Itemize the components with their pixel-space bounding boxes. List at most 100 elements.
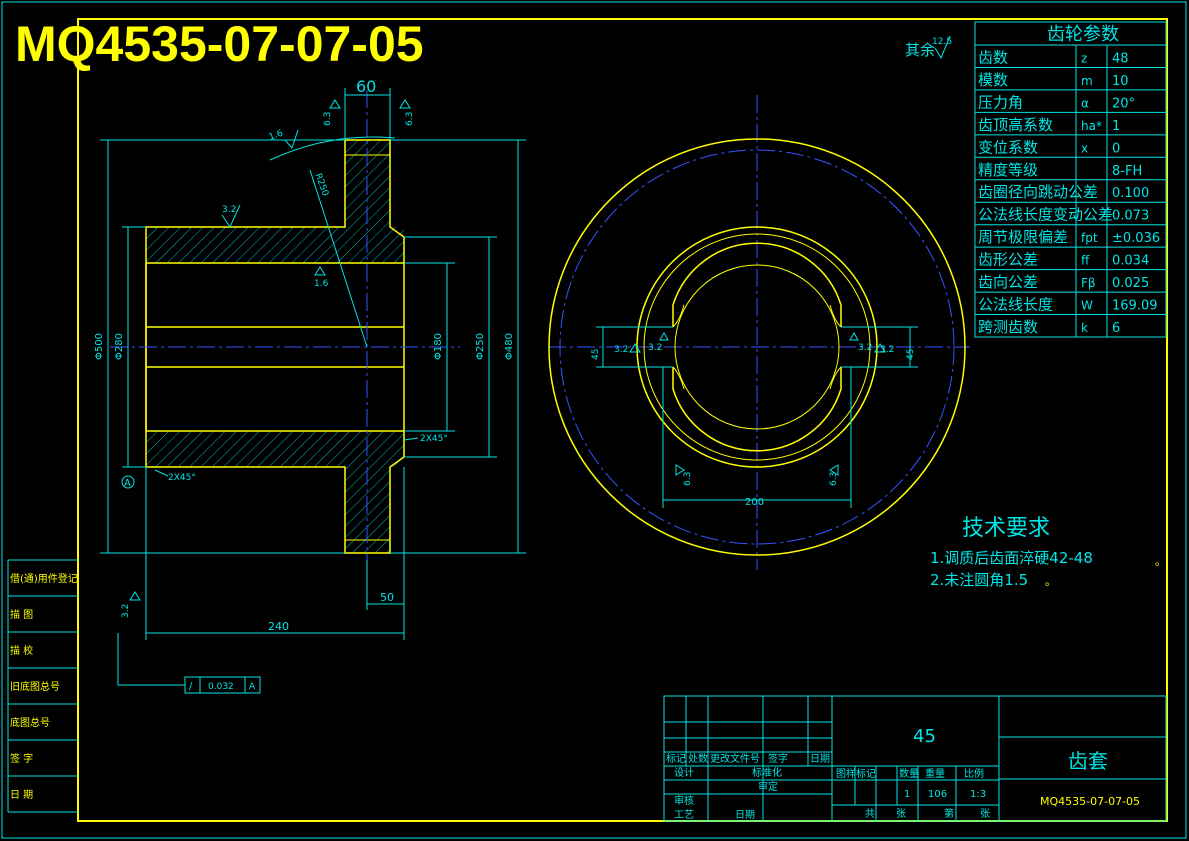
runout-value: 0.032	[208, 682, 234, 692]
left-strip-label: 借(通)用件登记	[10, 572, 78, 585]
roughness-3-2-hub: 3.2	[222, 205, 236, 215]
gear-param-value: 8-FH	[1112, 164, 1142, 179]
gear-param-symbol: ha*	[1081, 119, 1102, 133]
sign-row-label: 日期	[735, 809, 755, 821]
gear-param-symbol: z	[1081, 51, 1087, 65]
gear-params-table: 齿轮参数 齿数 z 48 模数 m 10 压力角 α 20° 齿顶高系数 ha* 1 变位系数 x 0 精度等…	[974, 21, 1167, 338]
tech-req-item-2: 2.未注圆角1.5	[930, 571, 1028, 589]
sign-row-label: 审核	[674, 794, 694, 807]
hatch-top	[146, 140, 404, 263]
sign-row-label: 审定	[758, 780, 778, 793]
left-strip-label: 日 期	[10, 789, 33, 801]
rev-header: 更改文件号	[710, 752, 760, 765]
runout-symbol: /	[189, 681, 193, 692]
rev-header: 处数	[688, 752, 708, 765]
gear-param-symbol: k	[1081, 321, 1088, 335]
roughness-key-right-outer: 3.2	[880, 345, 894, 355]
title-drawing-no: MQ4535-07-07-05	[1040, 795, 1140, 808]
gear-param-value: 169.09	[1112, 299, 1158, 314]
roughness-6-3-keyway-left: 6.3	[683, 472, 693, 486]
gear-param-value: 20°	[1112, 96, 1135, 111]
gear-param-symbol: ff	[1081, 254, 1090, 268]
left-strip: 借(通)用件登记描 图描 校旧底图总号底图总号签 字日 期	[7, 559, 78, 813]
gear-param-value: 48	[1112, 51, 1129, 66]
rev-header: 日期	[810, 753, 830, 765]
datum-a: A	[124, 478, 131, 489]
gear-param-symbol: Fβ	[1081, 276, 1096, 290]
stage-header: 比例	[964, 767, 984, 780]
dim-d480: Φ480	[504, 333, 515, 360]
gear-param-value: 0.034	[1112, 254, 1149, 269]
stage-header: 重量	[925, 767, 945, 780]
rev-header: 签字	[768, 752, 788, 765]
gear-param-name: 压力角	[978, 93, 1023, 111]
tech-req-item-1: 1.调质后齿面淬硬42-48	[930, 549, 1093, 567]
dim-200: 200	[745, 497, 764, 508]
stage-value: 1	[904, 789, 910, 800]
roughness-key-left-outer: 3.2	[614, 345, 628, 355]
roughness-key-right-inner: 3.2	[858, 343, 872, 353]
tech-req-title: 技术要求	[962, 516, 1050, 541]
roughness-3-2-face: 3.2	[121, 604, 131, 618]
front-view: 45 45 3.2 3.2 3.2 3.2 6.3 6.3 200	[548, 95, 970, 570]
roughness-1-6-bore: 1.6	[314, 279, 329, 289]
sheet-label: 张	[980, 808, 990, 820]
gear-param-name: 模数	[978, 71, 1008, 89]
engineering-drawing: MQ4535-07-07-05 其余 12.5 齿轮参数 齿数 z 48模数 m 10压…	[1, 1, 1187, 839]
gear-param-symbol: x	[1081, 141, 1088, 155]
gear-param-name: 齿顶高系数	[978, 116, 1053, 134]
gear-param-value: 1	[1112, 119, 1120, 134]
dim-d180: Φ180	[433, 333, 444, 360]
dim-key-45-right: 45	[906, 349, 916, 360]
drawing-number-heading: MQ4535-07-07-05	[15, 16, 424, 72]
gear-param-name: 精度等级	[978, 161, 1038, 179]
gear-param-symbol: m	[1081, 74, 1093, 88]
left-strip-label: 底图总号	[10, 716, 50, 729]
gear-params-title: 齿轮参数	[1047, 24, 1119, 45]
roughness-6-3-left: 6.3	[323, 112, 333, 126]
gear-param-name: 变位系数	[978, 138, 1038, 156]
dim-key-45-left: 45	[591, 349, 601, 360]
sheet-label: 共	[865, 808, 875, 820]
sheet-label: 第	[944, 807, 954, 820]
gear-param-name: 齿向公差	[978, 273, 1038, 291]
gear-param-value: ±0.036	[1112, 231, 1160, 246]
dim-50: 50	[380, 591, 394, 604]
dim-d500: Φ500	[94, 333, 105, 360]
gear-param-value: 0.025	[1112, 276, 1149, 291]
gear-param-name: 齿形公差	[978, 251, 1038, 269]
gear-param-value: 0.100	[1112, 186, 1149, 201]
dim-60: 60	[356, 77, 376, 96]
left-strip-label: 描 校	[10, 644, 33, 657]
stage-header: 图样标记	[836, 767, 876, 780]
dim-d280: Φ280	[114, 333, 125, 360]
dim-chamfer-left: 2X45°	[168, 473, 196, 483]
sign-row-label: 设计	[674, 766, 694, 779]
gear-param-name: 周节极限偏差	[978, 228, 1068, 246]
title-block: 45 齿套 MQ4535-07-07-05 标记 处数 更改文件号 签字 日期设计 标准化…	[663, 695, 1167, 822]
gear-param-name: 齿圈径向跳动公差	[978, 183, 1098, 201]
stage-value: 106	[928, 789, 947, 800]
dim-chamfer-right: 2X45°	[420, 434, 448, 444]
stage-header: 数量	[899, 767, 919, 780]
section-view: 606.3 6.31.61.63.23.2R250Φ500 Φ280 Φ180 Φ250…	[94, 77, 526, 694]
tech-requirements: 技术要求 1.调质后齿面淬硬42-48 2.未注圆角1.5 。 。	[930, 516, 1166, 589]
gear-param-name: 跨测齿数	[978, 318, 1038, 336]
left-strip-label: 旧底图总号	[10, 680, 60, 693]
roughness-1-6-top: 1.6	[268, 128, 285, 142]
roughness-6-3-keyway-right: 6.3	[829, 472, 839, 486]
gear-param-symbol: W	[1081, 299, 1093, 313]
roughness-6-3-right: 6.3	[405, 112, 415, 126]
tech-req-suffix-2: 。	[1045, 575, 1056, 588]
sheet-label: 张	[896, 808, 906, 820]
gear-param-symbol: α	[1081, 96, 1089, 110]
gear-param-name: 齿数	[978, 48, 1008, 66]
gear-param-symbol: fpt	[1081, 231, 1098, 245]
dim-d250: Φ250	[475, 333, 486, 360]
gear-param-value: 10	[1112, 74, 1129, 89]
gear-param-name: 公法线长度变动公差	[978, 206, 1113, 224]
dim-240: 240	[268, 620, 289, 633]
hatch-bottom	[146, 431, 404, 553]
rev-header: 标记	[666, 753, 686, 765]
gear-param-value: 0	[1112, 141, 1120, 156]
